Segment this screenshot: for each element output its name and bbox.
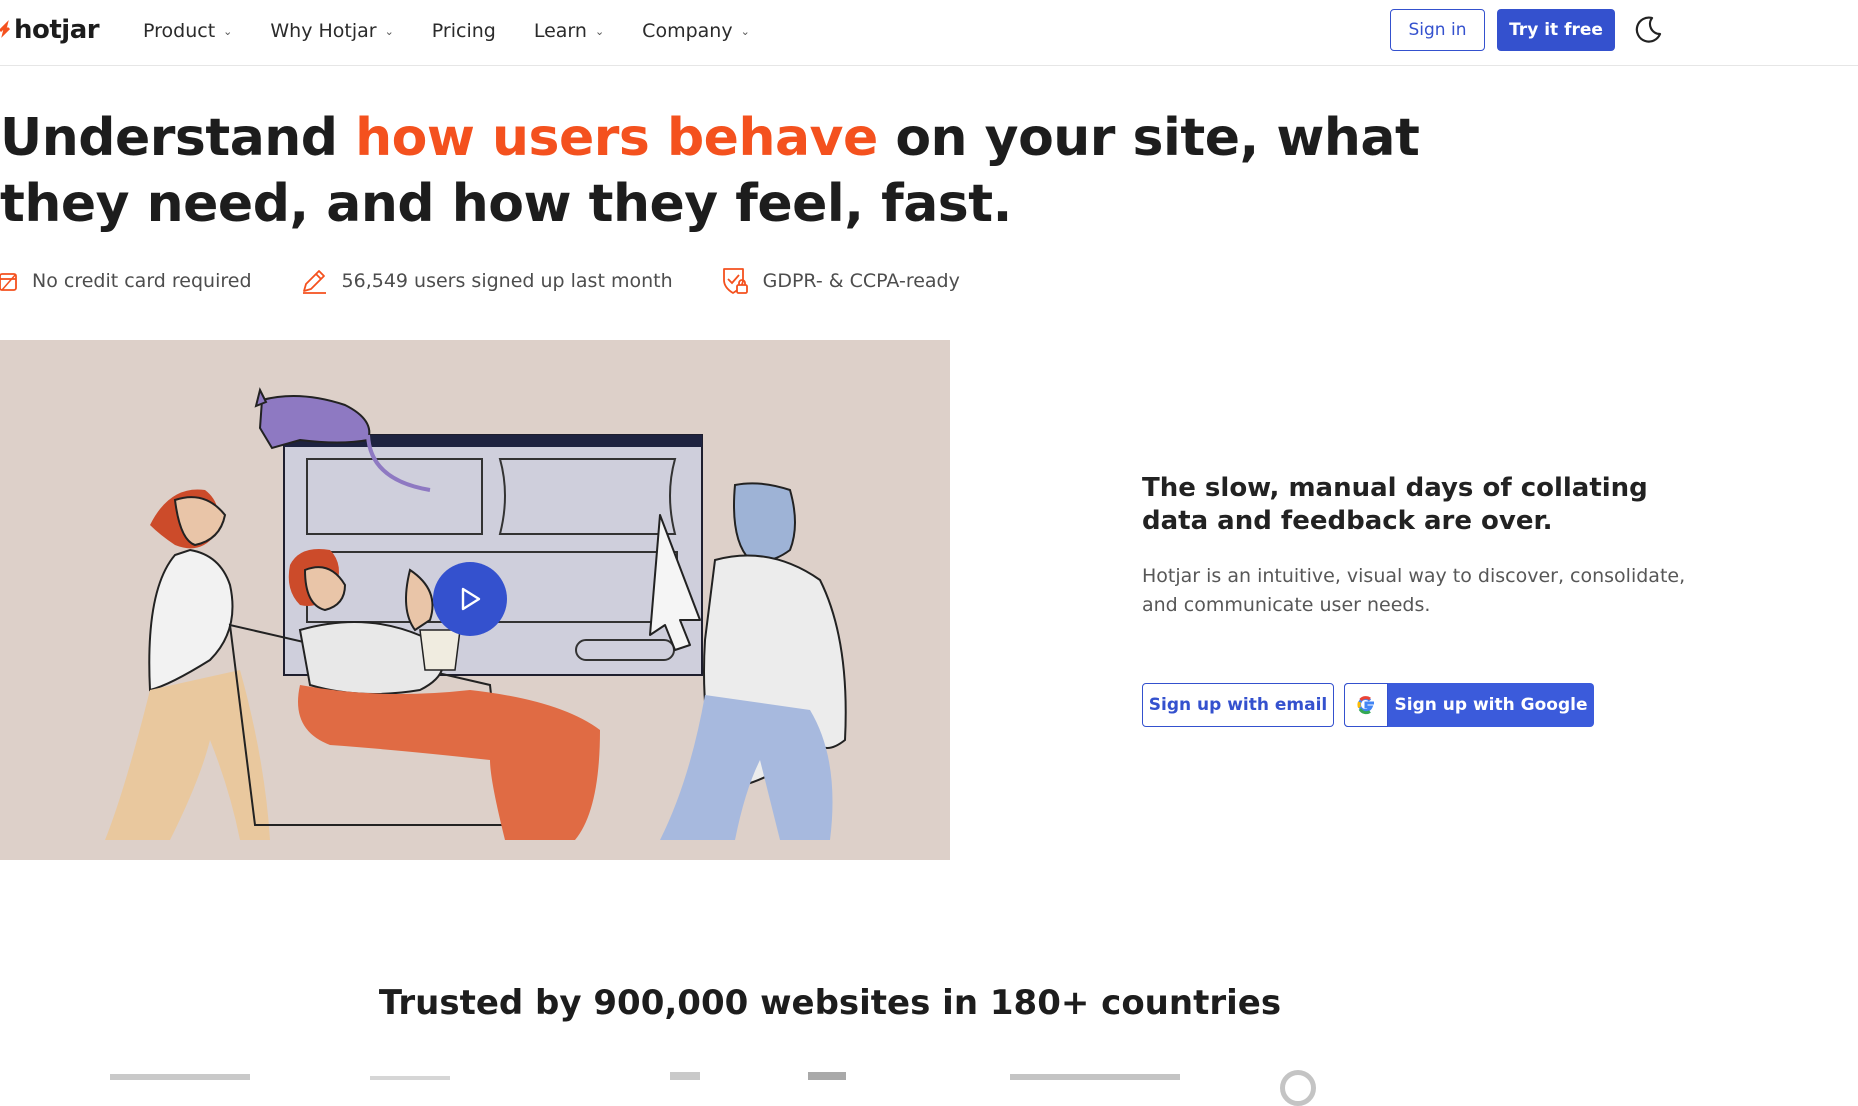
trusted-heading: Trusted by 900,000 websites in 180+ coun…: [378, 983, 1282, 1023]
badge-text: 56,549 users signed up last month: [341, 270, 673, 292]
hero-badges: No credit card required 56,549 users sig…: [0, 266, 1008, 296]
sign-in-button[interactable]: Sign in: [1390, 9, 1485, 51]
credit-card-icon: [0, 273, 17, 291]
nav-company[interactable]: Company ⌄: [642, 15, 750, 47]
play-button[interactable]: [433, 562, 507, 636]
hotjar-logo[interactable]: hotjar: [0, 10, 100, 50]
customer-logo: [1010, 1074, 1180, 1080]
side-title: The slow, manual days of collating data …: [1142, 473, 1648, 536]
nav-company-label: Company: [642, 20, 733, 42]
nav-product[interactable]: Product ⌄: [143, 15, 232, 47]
try-free-button[interactable]: Try it free: [1497, 9, 1615, 51]
site-header: hotjar Product ⌄ Why Hotjar ⌄ Pricing Le…: [0, 0, 1858, 66]
google-logo-box: [1344, 683, 1388, 727]
nav-why-hotjar-label: Why Hotjar: [270, 20, 377, 42]
side-description: Hotjar is an intuitive, visual way to di…: [1142, 565, 1686, 616]
nav-learn-label: Learn: [533, 20, 587, 42]
main-nav: Product ⌄ Why Hotjar ⌄ Pricing Learn ⌄ C…: [143, 15, 788, 47]
hero-video[interactable]: [0, 340, 950, 860]
chevron-down-icon: ⌄: [740, 24, 750, 38]
customer-logo: [370, 1076, 450, 1080]
sign-up-google-button[interactable]: Sign up with Google: [1344, 683, 1594, 727]
customer-logo: [670, 1072, 700, 1080]
headline-part-1: Understand: [0, 108, 356, 168]
chevron-down-icon: ⌄: [594, 24, 605, 38]
badge-users-signed-up: 56,549 users signed up last month: [300, 267, 673, 295]
customer-logo: [110, 1074, 250, 1080]
badge-gdpr: GDPR- & CCPA-ready: [721, 266, 960, 296]
shield-lock-icon: [722, 268, 748, 294]
headline-highlight: how users behave: [355, 108, 878, 168]
customer-logo: [808, 1072, 846, 1080]
customer-logo: [1280, 1070, 1316, 1106]
google-icon: [1357, 696, 1374, 715]
nav-product-label: Product: [143, 20, 216, 42]
google-button-label: Sign up with Google: [1394, 695, 1588, 715]
hero-headline: Understand how users behave on your site…: [0, 105, 1420, 237]
moon-icon[interactable]: [1632, 14, 1664, 46]
logo-text: hotjar: [14, 15, 100, 45]
hotjar-flame-icon: [0, 20, 10, 38]
badge-text: GDPR- & CCPA-ready: [762, 270, 960, 292]
chevron-down-icon: ⌄: [223, 24, 233, 38]
nav-pricing[interactable]: Pricing: [432, 15, 496, 47]
badge-text: No credit card required: [32, 270, 252, 292]
sign-up-email-button[interactable]: Sign up with email: [1142, 683, 1334, 727]
play-icon: [461, 587, 481, 611]
badge-no-credit-card: No credit card required: [0, 270, 252, 292]
nav-learn[interactable]: Learn ⌄: [534, 15, 604, 47]
pencil-icon: [302, 270, 326, 294]
nav-why-hotjar[interactable]: Why Hotjar ⌄: [270, 15, 393, 47]
customer-logos: [110, 1068, 1410, 1106]
nav-pricing-label: Pricing: [431, 20, 496, 42]
chevron-down-icon: ⌄: [384, 24, 394, 38]
